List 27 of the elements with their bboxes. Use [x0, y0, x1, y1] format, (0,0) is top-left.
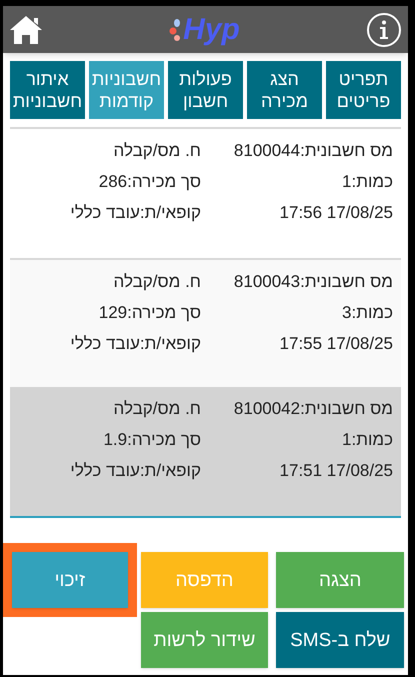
info-icon[interactable]: [366, 12, 402, 48]
invoice-field: מס חשבונית:8100042: [201, 397, 393, 421]
logo-dots-icon: [169, 18, 182, 42]
logo: Hyp: [183, 14, 240, 44]
invoice-field: קופאי/ת:עובד כללי: [10, 332, 201, 356]
invoice-field: 17:51 17/08/25: [201, 459, 393, 483]
invoice-field: מס חשבונית:8100043: [201, 270, 393, 294]
invoice-field: 17:56 17/08/25: [201, 201, 393, 225]
tab[interactable]: פעולות חשבון: [168, 61, 243, 119]
invoice-field: ח. מס/קבלה: [10, 270, 201, 294]
home-icon[interactable]: [9, 14, 43, 44]
invoice-field: סך מכירה:286: [10, 170, 201, 194]
tab[interactable]: איתור חשבוניות: [10, 61, 85, 119]
invoice-field: קופאי/ת:עובד כללי: [10, 459, 201, 483]
tab[interactable]: תפריט פריטים: [326, 61, 401, 119]
invoice-field: סך מכירה:1.9: [10, 428, 201, 452]
invoice-field: מס חשבונית:8100044: [201, 139, 393, 163]
invoice-field: כמות:1: [201, 170, 393, 194]
action-button[interactable]: שלח ב-SMS: [276, 612, 404, 668]
invoice-field: כמות:1: [201, 428, 393, 452]
invoice-field: קופאי/ת:עובד כללי: [10, 201, 201, 225]
tab[interactable]: הצג מכירה: [247, 61, 322, 119]
invoice-field: 17:55 17/08/25: [201, 332, 393, 356]
invoice-field: ח. מס/קבלה: [10, 139, 201, 163]
invoice-field: ח. מס/קבלה: [10, 397, 201, 421]
invoice-field: סך מכירה:129: [10, 301, 201, 325]
invoice-field: כמות:3: [201, 301, 393, 325]
